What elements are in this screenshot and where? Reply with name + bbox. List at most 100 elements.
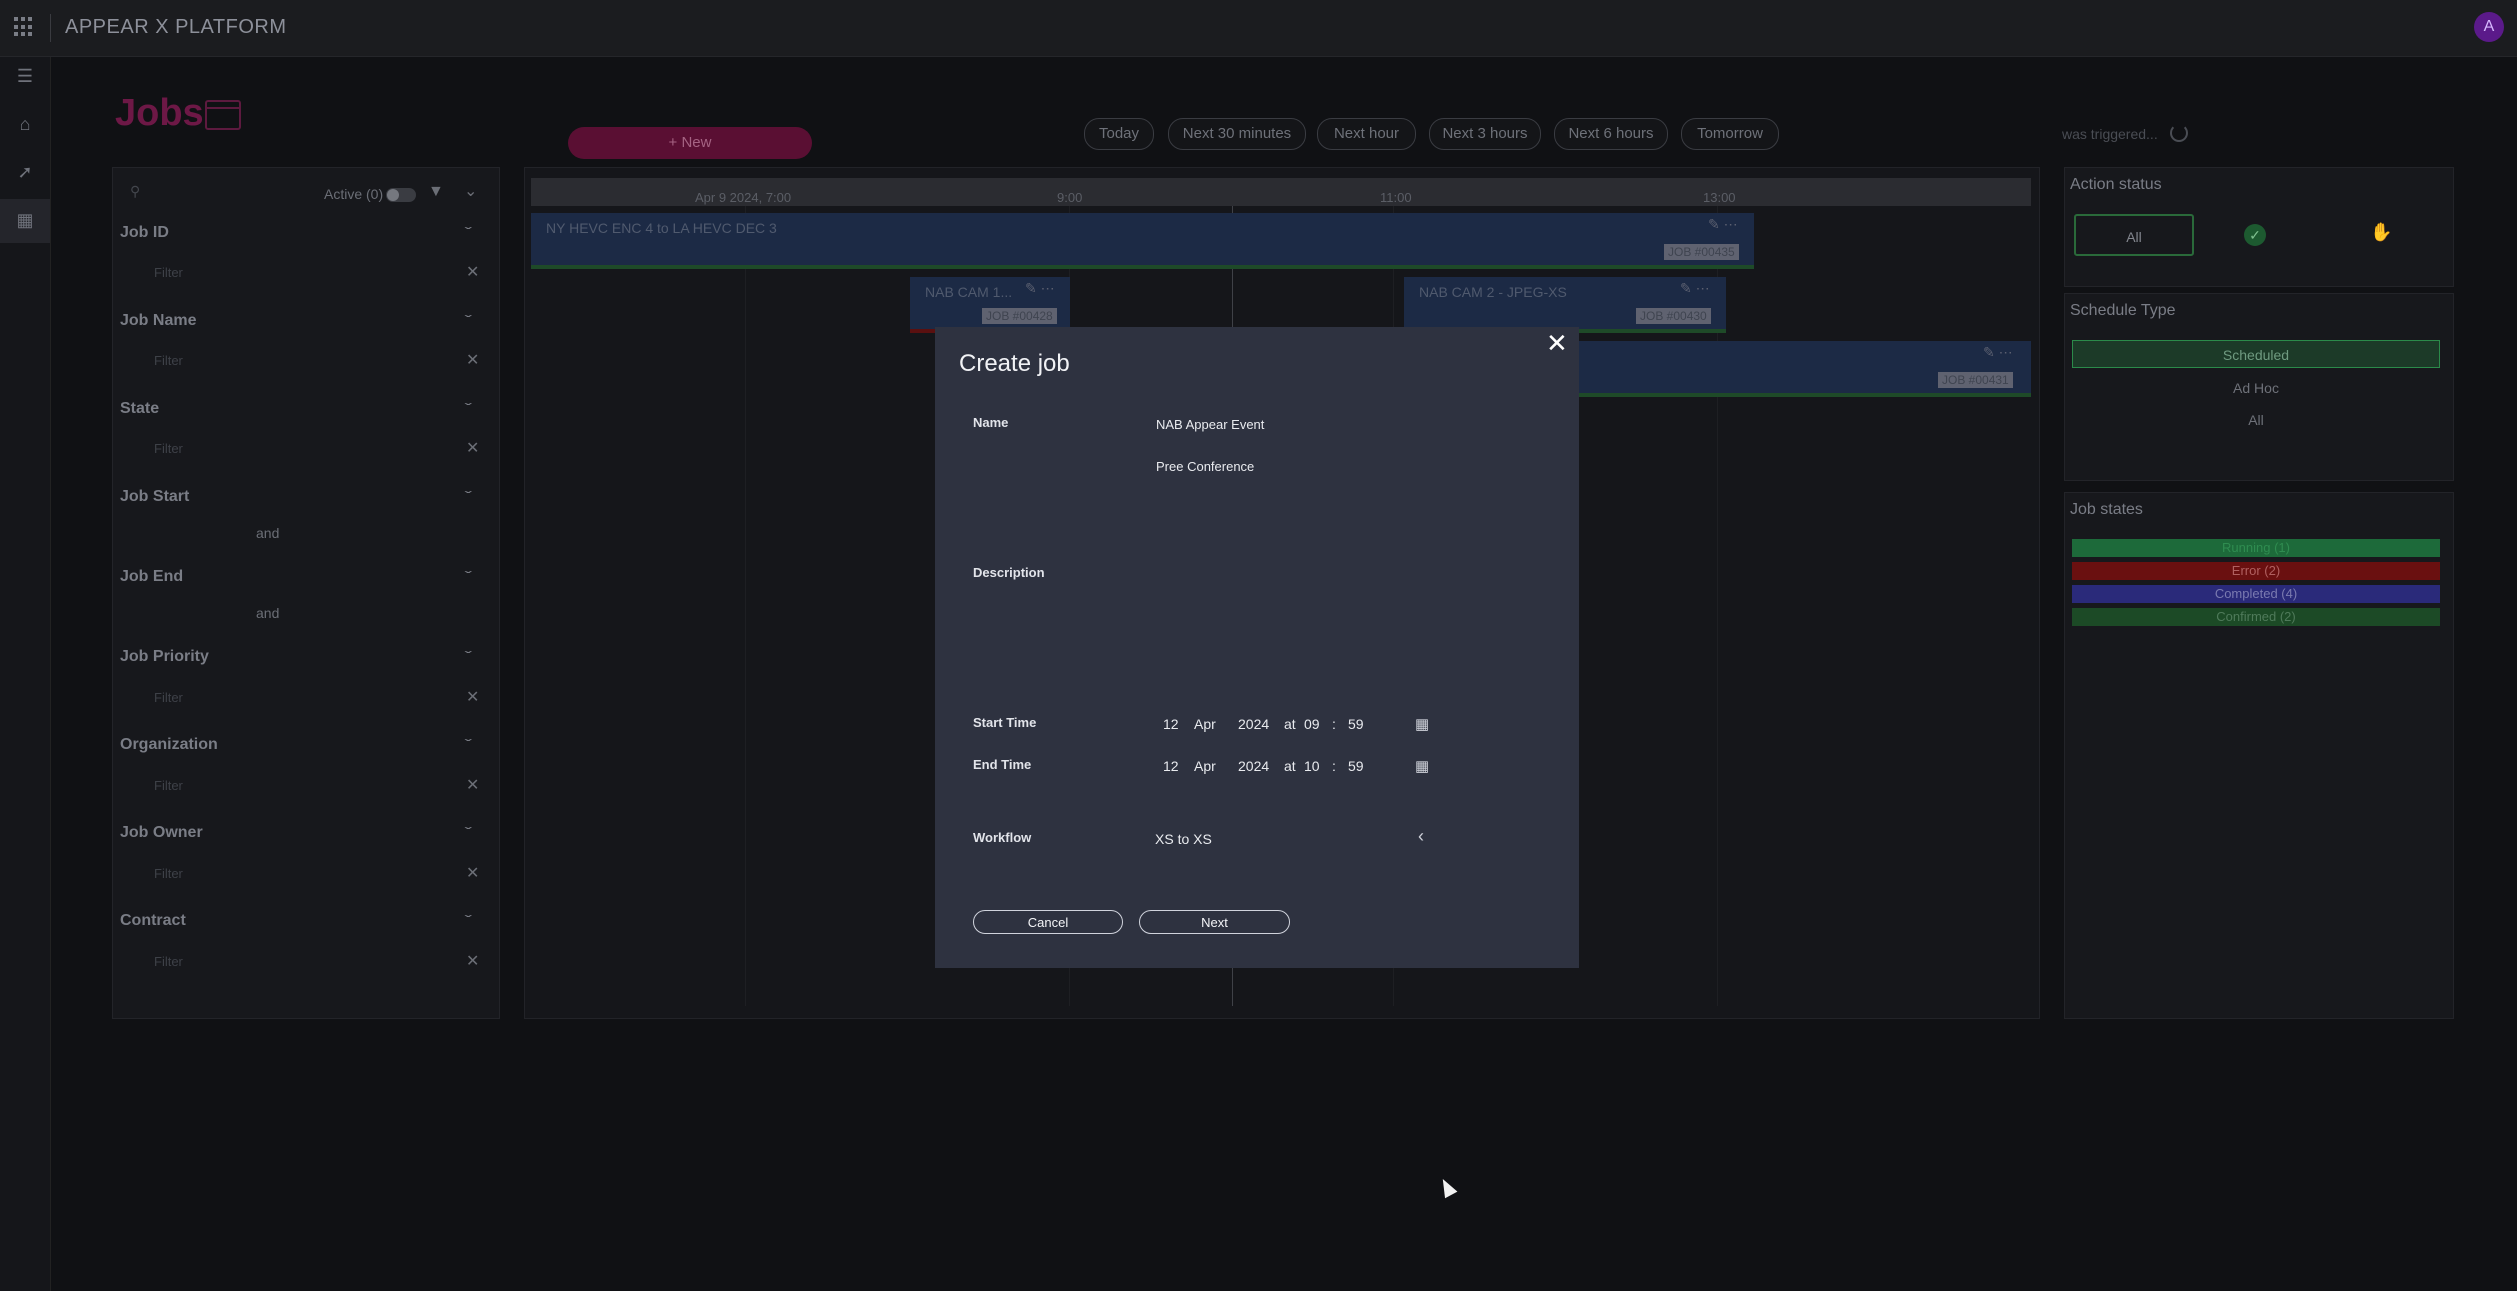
next-button[interactable]: Next	[1139, 910, 1290, 934]
end-day[interactable]: 12	[1163, 758, 1179, 774]
chevron-down-icon[interactable]: ˇ	[465, 224, 472, 240]
edit-more-icon[interactable]: ✎ ⋯	[1983, 344, 2013, 361]
filter-label-organization: Organization	[120, 736, 218, 753]
filter-label-state: State	[120, 400, 160, 417]
end-minute[interactable]: 59	[1348, 758, 1364, 774]
schedule-type-scheduled[interactable]: Scheduled	[2072, 340, 2440, 368]
edit-more-icon[interactable]: ✎ ⋯	[1680, 280, 1710, 297]
active-toggle[interactable]	[386, 188, 416, 202]
clear-icon[interactable]: ✕	[466, 951, 479, 971]
quick-range-next-6-hours[interactable]: Next 6 hours	[1554, 118, 1668, 150]
rocket-icon[interactable]: ➚	[13, 160, 37, 184]
filter-label-job-end: Job End	[120, 568, 184, 585]
chevron-down-icon[interactable]: ˇ	[465, 488, 472, 504]
filter-input-job-priority[interactable]: Filter	[154, 690, 183, 705]
job-tag: JOB #00428	[982, 308, 1057, 324]
clear-icon[interactable]: ✕	[466, 262, 479, 282]
filter-input-state[interactable]: Filter	[154, 441, 183, 456]
state-confirmed[interactable]: Confirmed (2)	[2072, 608, 2440, 626]
refresh-icon[interactable]	[2170, 124, 2188, 142]
chevron-down-icon[interactable]: ˇ	[465, 312, 472, 328]
name-input-line-2[interactable]: Pree Conference	[1156, 459, 1254, 474]
app-title: APPEAR X PLATFORM	[65, 16, 287, 38]
description-input[interactable]	[1155, 560, 1435, 660]
search-icon[interactable]: ⚲	[130, 183, 140, 200]
quick-range-today[interactable]: Today	[1084, 118, 1154, 150]
time-separator: :	[1332, 716, 1336, 732]
grid-line	[745, 206, 746, 1006]
app-grid-icon[interactable]	[14, 17, 34, 37]
filter-panel	[112, 167, 500, 1019]
chevron-down-icon[interactable]: ˇ	[465, 648, 472, 664]
close-icon[interactable]: ✕	[1546, 328, 1568, 359]
calendar-icon[interactable]: ▦	[1415, 715, 1429, 733]
start-month[interactable]: Apr	[1194, 716, 1216, 732]
end-month[interactable]: Apr	[1194, 758, 1216, 774]
timeline-tick: 11:00	[1380, 190, 1412, 205]
name-input[interactable]: NAB Appear Event	[1156, 417, 1264, 432]
filter-label-contract: Contract	[120, 912, 186, 929]
page-title: Jobs	[115, 92, 204, 134]
chevron-down-icon[interactable]: ⌄	[464, 181, 477, 201]
filter-funnel-icon[interactable]: ▼	[428, 183, 444, 201]
job-tag: JOB #00431	[1938, 372, 2013, 388]
clear-icon[interactable]: ✕	[466, 687, 479, 707]
start-minute[interactable]: 59	[1348, 716, 1364, 732]
filter-input-contract[interactable]: Filter	[154, 954, 183, 969]
timeline-tick: 9:00	[1057, 190, 1083, 205]
clear-icon[interactable]: ✕	[466, 350, 479, 370]
start-hour[interactable]: 09	[1304, 716, 1320, 732]
end-year[interactable]: 2024	[1238, 758, 1269, 774]
avatar[interactable]: A	[2474, 12, 2504, 42]
end-hour[interactable]: 10	[1304, 758, 1320, 774]
filter-input-job-name[interactable]: Filter	[154, 353, 183, 368]
filter-input-organization[interactable]: Filter	[154, 778, 183, 793]
filter-input-job-id[interactable]: Filter	[154, 265, 183, 280]
chevron-down-icon[interactable]: ˇ	[465, 912, 472, 928]
quick-range-next-30-minutes[interactable]: Next 30 minutes	[1168, 118, 1306, 150]
filter-input-job-owner[interactable]: Filter	[154, 866, 183, 881]
new-job-button[interactable]: + New	[568, 127, 812, 159]
end-at-label: at	[1284, 758, 1296, 774]
cancel-button[interactable]: Cancel	[973, 910, 1123, 934]
schedule-type-all[interactable]: All	[2072, 412, 2440, 428]
job-bar[interactable]	[1579, 341, 2031, 397]
start-day[interactable]: 12	[1163, 716, 1179, 732]
timeline-tick: 13:00	[1703, 190, 1736, 205]
state-running[interactable]: Running (1)	[2072, 539, 2440, 557]
clear-icon[interactable]: ✕	[466, 775, 479, 795]
quick-range-next-3-hours[interactable]: Next 3 hours	[1429, 118, 1541, 150]
quick-range-tomorrow[interactable]: Tomorrow	[1681, 118, 1779, 150]
quick-range-next-hour[interactable]: Next hour	[1317, 118, 1416, 150]
dialog-title: Create job	[959, 350, 1070, 377]
filter-label-job-priority: Job Priority	[120, 648, 209, 665]
state-completed[interactable]: Completed (4)	[2072, 585, 2440, 603]
calendar-icon[interactable]	[205, 100, 241, 130]
home-icon[interactable]: ⌂	[13, 112, 37, 136]
edit-more-icon[interactable]: ✎ ⋯	[1708, 216, 1738, 233]
edit-more-icon[interactable]: ✎ ⋯	[1025, 280, 1055, 297]
menu-icon[interactable]: ☰	[13, 64, 37, 88]
chevron-down-icon[interactable]: ˇ	[465, 568, 472, 584]
divider	[50, 14, 51, 42]
chevron-down-icon[interactable]: ˇ	[465, 400, 472, 416]
mouse-cursor	[1436, 1175, 1458, 1199]
chevron-down-icon[interactable]: ˇ	[465, 736, 472, 752]
hand-icon[interactable]: ✋	[2370, 222, 2392, 243]
schedule-type-ad-hoc[interactable]: Ad Hoc	[2072, 380, 2440, 396]
start-year[interactable]: 2024	[1238, 716, 1269, 732]
clear-icon[interactable]: ✕	[466, 863, 479, 883]
action-status-all-button[interactable]: All	[2074, 214, 2194, 256]
trigger-status-text: was triggered...	[2062, 126, 2158, 142]
state-error[interactable]: Error (2)	[2072, 562, 2440, 580]
clear-icon[interactable]: ✕	[466, 438, 479, 458]
calendar-icon[interactable]: ▦	[1415, 757, 1429, 775]
active-filter-label: Active (0)	[324, 186, 384, 202]
filter-label-job-owner: Job Owner	[120, 824, 203, 841]
chevron-left-icon[interactable]: ‹	[1418, 826, 1424, 847]
calendar-icon[interactable]: ▦	[13, 208, 37, 232]
job-states-title: Job states	[2070, 501, 2143, 518]
chevron-down-icon[interactable]: ˇ	[465, 824, 472, 840]
check-icon[interactable]: ✓	[2244, 224, 2266, 246]
job-tag: JOB #00430	[1636, 308, 1711, 324]
